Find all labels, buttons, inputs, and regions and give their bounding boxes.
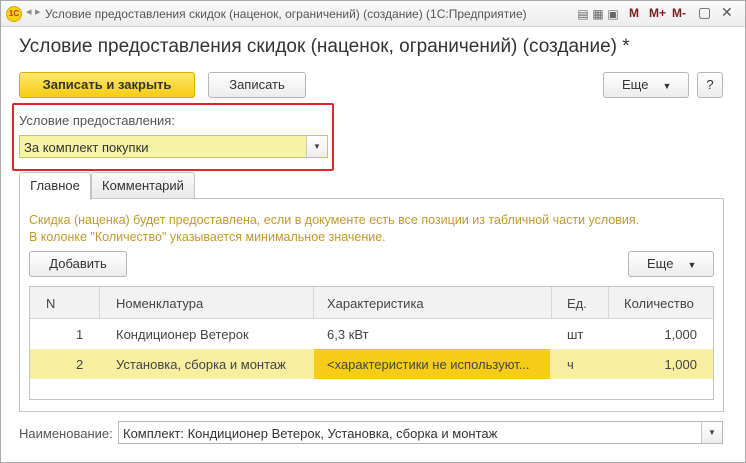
add-row-button[interactable]: Добавить	[29, 251, 127, 277]
table-row-selected[interactable]: 2 Установка, сборка и монтаж <характерис…	[30, 349, 713, 379]
column-divider	[313, 287, 314, 319]
help-button[interactable]: ?	[697, 72, 723, 98]
tab-main[interactable]: Главное	[19, 172, 91, 200]
form-title: Условие предоставления скидок (наценок, …	[19, 36, 630, 57]
memory-plus-button[interactable]: M+	[649, 6, 666, 20]
condition-label: Условие предоставления:	[19, 113, 175, 128]
conditions-table[interactable]: N Номенклатура Характеристика Ед. Количе…	[29, 286, 714, 400]
table-more-button[interactable]: Еще ▼	[628, 251, 714, 277]
condition-select[interactable]: За комплект покупки ▼	[19, 135, 328, 158]
app-window: 1C ◂ ▸ Условие предоставления скидок (на…	[0, 0, 746, 463]
info-text-line-1: Скидка (наценка) будет предоставлена, ес…	[29, 213, 640, 227]
name-value: Комплект: Кондиционер Ветерок, Установка…	[123, 426, 498, 441]
chevron-down-icon: ▼	[662, 81, 672, 91]
condition-value: За комплект покупки	[24, 140, 149, 155]
table-header: N Номенклатура Характеристика Ед. Количе…	[30, 287, 713, 319]
memory-minus-button[interactable]: M-	[672, 6, 686, 20]
tab-comment[interactable]: Комментарий	[91, 172, 195, 199]
row-quantity[interactable]: 1,000	[664, 357, 697, 372]
table-more-label: Еще	[647, 256, 674, 271]
column-divider	[99, 287, 100, 319]
app-logo-icon[interactable]: 1C	[6, 6, 22, 22]
table-row[interactable]: 1 Кондиционер Ветерок 6,3 кВт шт 1,000	[30, 319, 713, 349]
column-divider	[608, 287, 609, 319]
column-divider	[551, 287, 552, 319]
column-header-item[interactable]: Номенклатура	[116, 296, 203, 311]
forward-arrow-icon[interactable]: ▸	[35, 5, 41, 18]
save-button[interactable]: Записать	[208, 72, 306, 98]
more-label: Еще	[622, 77, 649, 92]
column-header-characteristic[interactable]: Характеристика	[327, 296, 424, 311]
chevron-down-icon[interactable]: ▼	[306, 136, 327, 157]
info-text-line-2: В колонке "Количество" указывается миним…	[29, 230, 386, 244]
chevron-down-icon[interactable]: ▼	[701, 422, 722, 443]
row-unit[interactable]: ч	[567, 357, 574, 372]
row-number: 1	[76, 327, 84, 342]
row-unit[interactable]: шт	[567, 327, 583, 342]
row-quantity[interactable]: 1,000	[664, 327, 697, 342]
row-item[interactable]: Кондиционер Ветерок	[116, 327, 249, 342]
back-arrow-icon[interactable]: ◂	[26, 5, 32, 18]
column-header-n[interactable]: N	[46, 296, 55, 311]
calendar-icon[interactable]: ▣	[604, 5, 622, 23]
row-characteristic[interactable]: 6,3 кВт	[327, 327, 369, 342]
row-item[interactable]: Установка, сборка и монтаж	[116, 357, 286, 372]
name-label: Наименование:	[19, 426, 113, 441]
column-header-quantity[interactable]: Количество	[624, 296, 694, 311]
row-characteristic[interactable]: <характеристики не используют...	[327, 357, 530, 372]
chevron-down-icon: ▼	[687, 260, 697, 270]
name-field[interactable]: Комплект: Кондиционер Ветерок, Установка…	[118, 421, 723, 444]
window-title: Условие предоставления скидок (наценок, …	[45, 7, 527, 21]
restore-icon[interactable]: ▢	[698, 4, 711, 21]
row-number: 2	[76, 357, 84, 372]
memory-button[interactable]: M	[629, 6, 639, 20]
title-bar: 1C ◂ ▸ Условие предоставления скидок (на…	[1, 1, 745, 27]
save-and-close-button[interactable]: Записать и закрыть	[19, 72, 195, 98]
close-icon[interactable]: ✕	[721, 4, 733, 21]
column-header-unit[interactable]: Ед.	[567, 296, 587, 311]
more-menu-button[interactable]: Еще ▼	[603, 72, 689, 98]
